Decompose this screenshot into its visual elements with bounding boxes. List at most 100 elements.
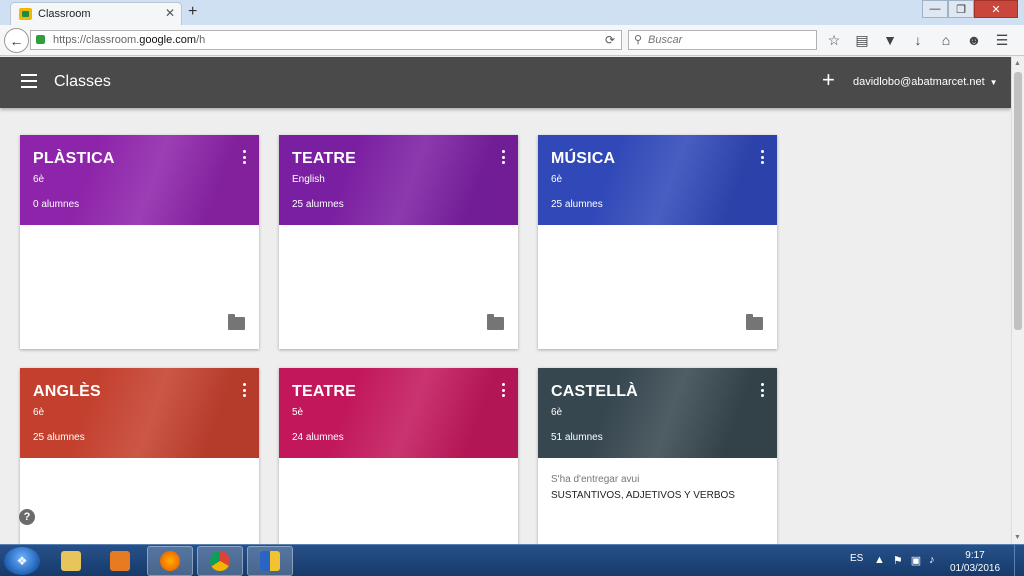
- clock-date: 01/03/2016: [950, 563, 1001, 574]
- class-banner[interactable]: CASTELLÀ 6è 51 alumnes: [538, 368, 777, 458]
- student-count: 0 alumnes: [33, 199, 80, 210]
- windows-taskbar: ❖ ES ▲ ⚑ ▣ ♪ 9:17 01/03/2016: [0, 544, 1024, 576]
- class-section: 6è: [551, 407, 563, 418]
- taskbar-chrome[interactable]: [197, 546, 243, 576]
- class-name[interactable]: CASTELLÀ: [551, 383, 638, 401]
- student-count: 25 alumnes: [551, 199, 603, 210]
- scroll-down-arrow-icon[interactable]: ▼: [1014, 534, 1021, 541]
- chevron-down-icon: ▼: [989, 78, 998, 87]
- more-options-icon[interactable]: [243, 383, 247, 397]
- more-options-icon[interactable]: [761, 383, 765, 397]
- start-button[interactable]: ❖: [4, 547, 40, 575]
- back-button[interactable]: ←: [4, 28, 29, 53]
- show-desktop-button[interactable]: [1014, 545, 1024, 576]
- search-icon: ⚲: [634, 34, 643, 46]
- chat-icon[interactable]: ☻: [966, 31, 982, 49]
- account-menu[interactable]: davidlobo@abatmarcet.net ▼: [853, 76, 998, 88]
- class-card[interactable]: PLÀSTICA 6è 0 alumnes: [20, 135, 259, 349]
- tab-classroom[interactable]: Classroom ✕: [10, 2, 182, 25]
- taskbar-security[interactable]: [247, 546, 293, 576]
- toolbar-icons: ☆ ▤ ▼ ↓ ⌂ ☻ ☰: [826, 31, 1010, 49]
- class-banner[interactable]: ANGLÈS 6è 25 alumnes: [20, 368, 259, 458]
- volume-icon[interactable]: ♪: [929, 554, 935, 567]
- home-icon[interactable]: ⌂: [938, 31, 954, 49]
- more-options-icon[interactable]: [761, 150, 765, 164]
- folder-icon[interactable]: [487, 314, 504, 330]
- scroll-up-arrow-icon[interactable]: ▲: [1014, 60, 1021, 67]
- tab-close-icon[interactable]: ✕: [165, 6, 175, 20]
- flag-icon[interactable]: ⚑: [893, 554, 903, 567]
- window-controls: — ❐ ✕: [922, 0, 1018, 18]
- class-card[interactable]: MÚSICA 6è 25 alumnes: [538, 135, 777, 349]
- reload-icon[interactable]: ⟳: [605, 33, 615, 47]
- chrome-icon: [210, 551, 230, 571]
- class-name[interactable]: TEATRE: [292, 383, 356, 401]
- taskbar-explorer[interactable]: [48, 546, 94, 576]
- add-class-button[interactable]: +: [822, 69, 835, 91]
- language-indicator[interactable]: ES: [850, 553, 863, 564]
- tray-expand-icon[interactable]: ▲: [874, 554, 885, 567]
- browser-toolbar: ← https://classroom.google.com/h ⟳ ⚲ ☆ ▤…: [0, 25, 1024, 56]
- firefox-icon: [160, 551, 180, 571]
- page-scrollbar[interactable]: ▲ ▼: [1011, 57, 1024, 544]
- class-card[interactable]: ANGLÈS 6è 25 alumnes: [20, 368, 259, 548]
- class-section: 6è: [551, 174, 563, 185]
- browser-titlebar: Classroom ✕ + — ❐ ✕: [0, 0, 1024, 25]
- folder-icon[interactable]: [746, 314, 763, 330]
- reading-list-icon[interactable]: ▤: [854, 31, 870, 49]
- class-name[interactable]: PLÀSTICA: [33, 150, 115, 168]
- taskbar-media-player[interactable]: [97, 546, 143, 576]
- classroom-favicon-icon: [19, 8, 32, 20]
- class-name[interactable]: TEATRE: [292, 150, 356, 168]
- class-section: 5è: [292, 407, 304, 418]
- class-section: English: [292, 174, 325, 185]
- restore-button[interactable]: ❐: [948, 0, 974, 18]
- search-input[interactable]: [648, 33, 808, 47]
- taskbar-clock[interactable]: 9:17 01/03/2016: [950, 549, 1000, 575]
- student-count: 51 alumnes: [551, 432, 603, 443]
- url-bar[interactable]: https://classroom.google.com/h ⟳: [30, 30, 622, 50]
- class-name[interactable]: MÚSICA: [551, 150, 615, 168]
- class-card[interactable]: CASTELLÀ 6è 51 alumnes S'ha d'entregar a…: [538, 368, 777, 548]
- due-today-label: S'ha d'entregar avui: [551, 474, 640, 485]
- scrollbar-thumb[interactable]: [1014, 72, 1022, 330]
- lock-icon: [36, 35, 45, 44]
- download-icon[interactable]: ↓: [910, 31, 926, 49]
- page-title: Classes: [54, 73, 111, 90]
- more-options-icon[interactable]: [502, 150, 506, 164]
- taskbar-firefox[interactable]: [147, 546, 193, 576]
- bookmark-star-icon[interactable]: ☆: [826, 31, 842, 49]
- due-assignment-link[interactable]: SUSTANTIVOS, ADJETIVOS Y VERBOS: [551, 490, 735, 501]
- class-banner[interactable]: MÚSICA 6è 25 alumnes: [538, 135, 777, 225]
- student-count: 24 alumnes: [292, 432, 344, 443]
- clock-time: 9:17: [965, 550, 985, 561]
- app-header: Classes + davidlobo@abatmarcet.net ▼: [0, 57, 1011, 108]
- class-card[interactable]: TEATRE English 25 alumnes: [279, 135, 518, 349]
- student-count: 25 alumnes: [292, 199, 344, 210]
- shield-icon: [260, 551, 280, 571]
- class-banner[interactable]: TEATRE English 25 alumnes: [279, 135, 518, 225]
- class-banner[interactable]: TEATRE 5è 24 alumnes: [279, 368, 518, 458]
- network-icon[interactable]: ▣: [911, 554, 921, 567]
- media-player-icon: [110, 551, 130, 571]
- class-name[interactable]: ANGLÈS: [33, 383, 101, 401]
- class-card[interactable]: TEATRE 5è 24 alumnes: [279, 368, 518, 548]
- system-tray: ▲ ⚑ ▣ ♪: [874, 554, 935, 567]
- close-window-button[interactable]: ✕: [974, 0, 1018, 18]
- hamburger-menu-icon[interactable]: [21, 74, 37, 88]
- class-section: 6è: [33, 407, 45, 418]
- new-tab-button[interactable]: +: [188, 3, 197, 21]
- search-bar[interactable]: ⚲: [628, 30, 817, 50]
- help-icon[interactable]: ?: [19, 509, 35, 525]
- folder-icon: [61, 551, 81, 571]
- more-options-icon[interactable]: [502, 383, 506, 397]
- class-section: 6è: [33, 174, 45, 185]
- student-count: 25 alumnes: [33, 432, 85, 443]
- class-banner[interactable]: PLÀSTICA 6è 0 alumnes: [20, 135, 259, 225]
- more-options-icon[interactable]: [243, 150, 247, 164]
- tab-title: Classroom: [38, 8, 91, 20]
- pocket-icon[interactable]: ▼: [882, 31, 898, 49]
- browser-menu-icon[interactable]: ☰: [994, 31, 1010, 49]
- folder-icon[interactable]: [228, 314, 245, 330]
- minimize-button[interactable]: —: [922, 0, 948, 18]
